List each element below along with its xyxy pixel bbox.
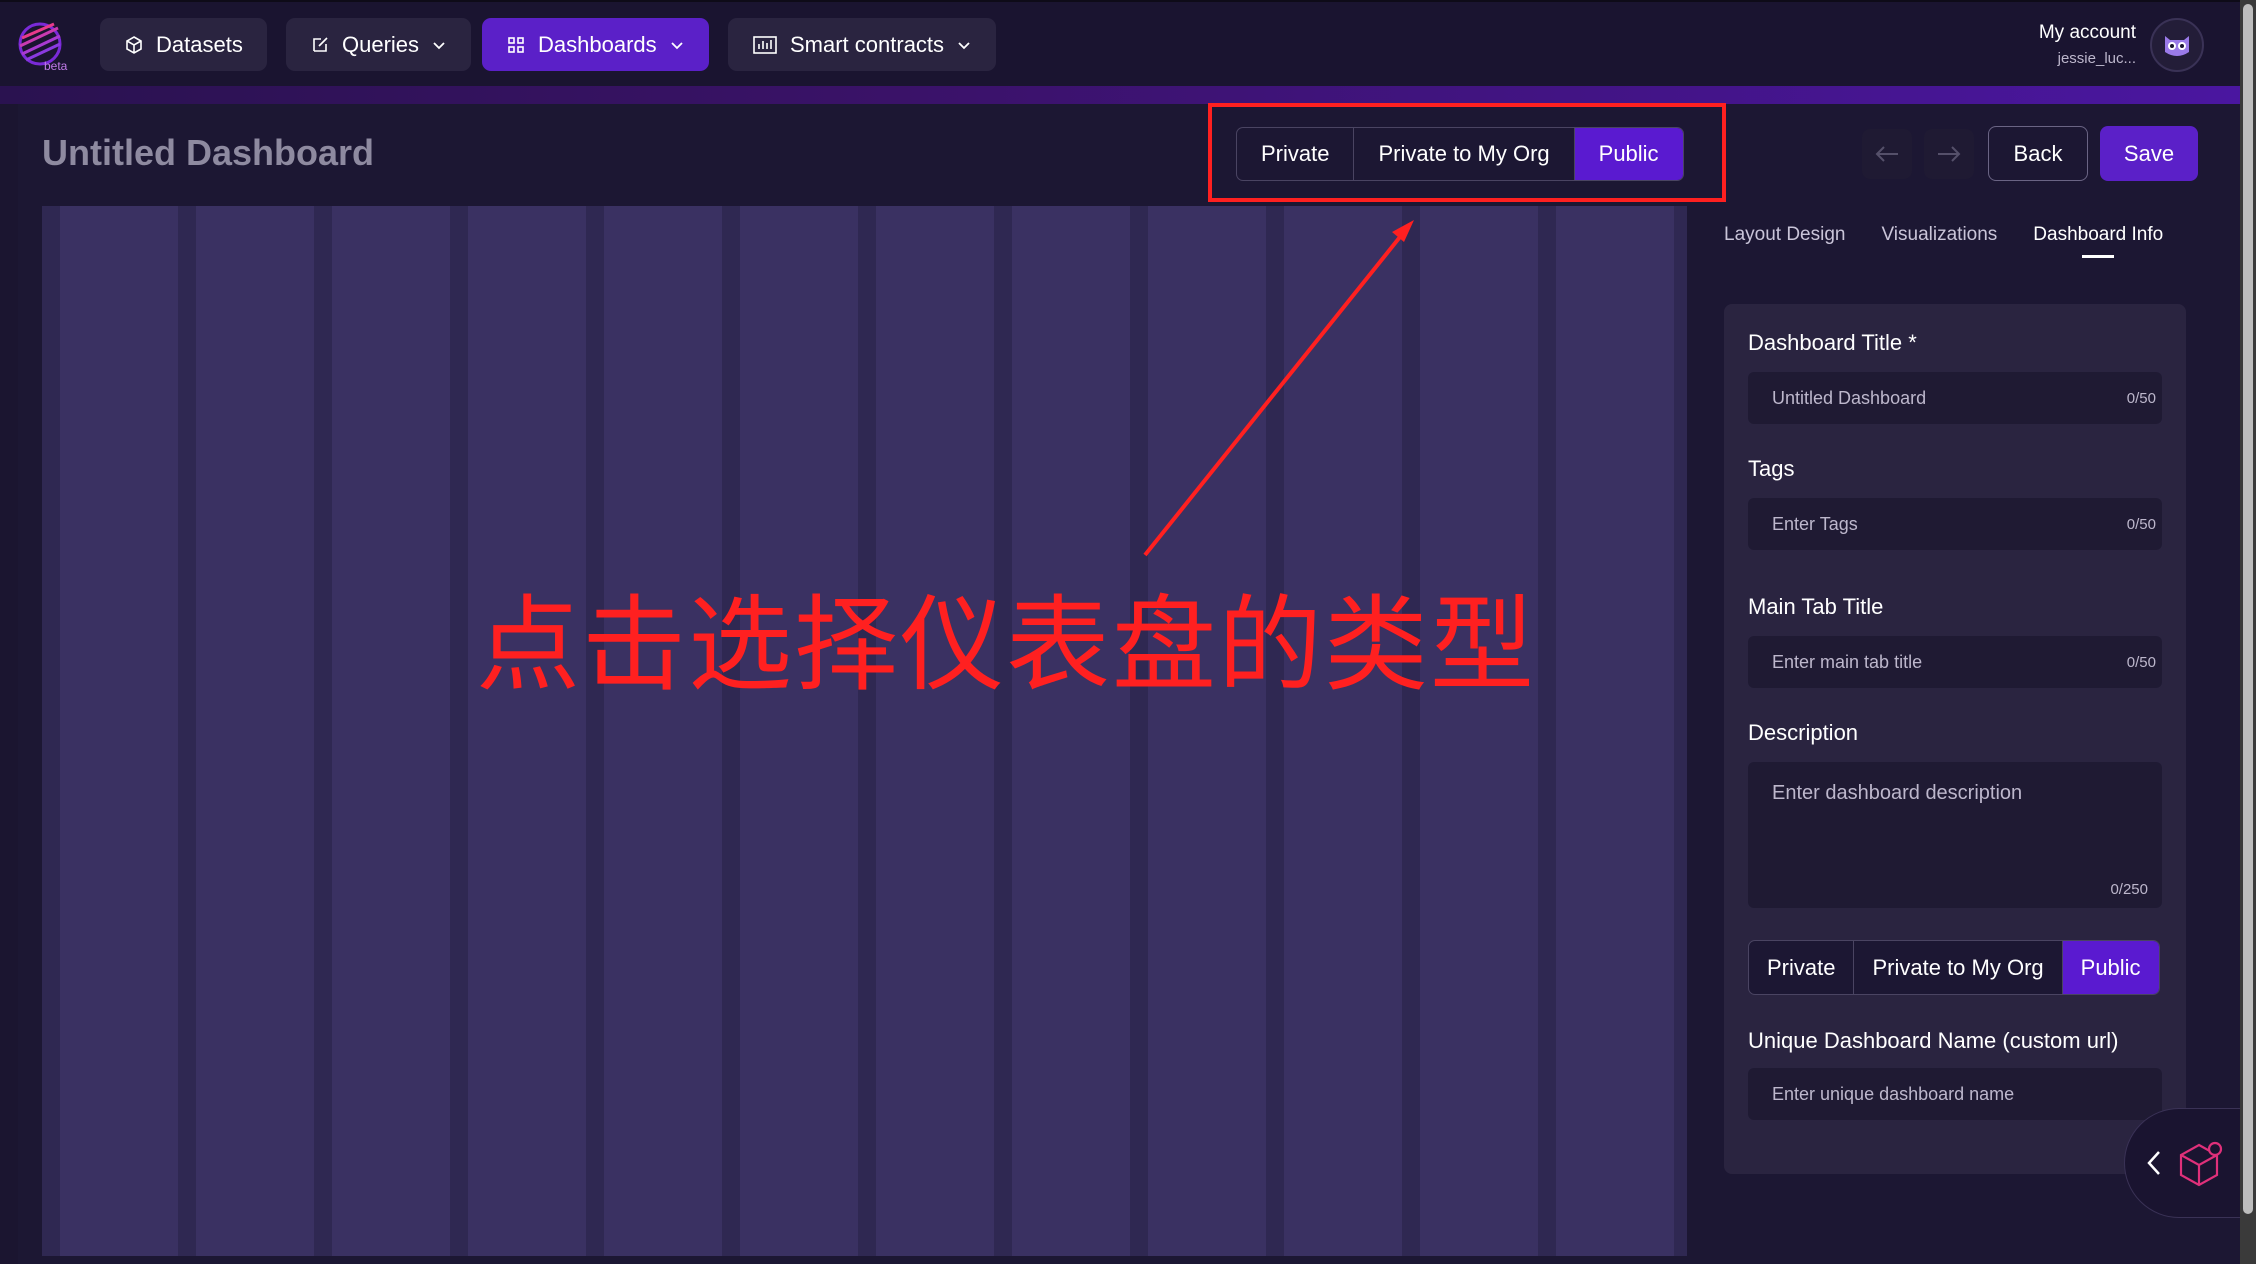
grid-column	[740, 206, 858, 1256]
description-placeholder: Enter dashboard description	[1772, 782, 2023, 804]
nav-dashboards-label: Dashboards	[538, 31, 657, 57]
main-tab-title-input[interactable]: Enter main tab title 0/50	[1748, 636, 2162, 688]
arrow-left-icon	[1875, 146, 1898, 162]
chevron-down-icon	[958, 41, 970, 49]
tab-layout-design[interactable]: Layout Design	[1724, 224, 1845, 258]
cube-icon	[126, 35, 142, 54]
header-backdrop	[0, 86, 2240, 104]
account-menu[interactable]: My account jessie_luc...	[2039, 22, 2136, 67]
app-logo[interactable]: beta	[14, 18, 76, 74]
save-button[interactable]: Save	[2100, 126, 2198, 181]
tags-input[interactable]: Enter Tags 0/50	[1748, 498, 2162, 550]
dashboard-title-input[interactable]: Untitled Dashboard 0/50	[1748, 372, 2162, 424]
main-tab-title-placeholder: Enter main tab title	[1772, 651, 1923, 672]
annotation-text: 点击选择仪表盘的类型	[476, 584, 1537, 706]
chevron-down-icon	[671, 41, 683, 49]
grid-column	[1556, 206, 1674, 1256]
panel-visibility-private-org-option[interactable]: Private to My Org	[1854, 941, 2063, 994]
chevron-left-icon	[2147, 1151, 2160, 1175]
chevron-down-icon	[433, 41, 445, 49]
main-tab-title-label: Main Tab Title	[1748, 594, 1884, 619]
grid-column	[1012, 206, 1130, 1256]
nav-dashboards-button[interactable]: Dashboards	[482, 18, 709, 71]
grid-column	[1284, 206, 1402, 1256]
nav-queries-button[interactable]: Queries	[286, 18, 472, 71]
account-username: jessie_luc...	[2057, 50, 2136, 67]
grid-icon	[508, 36, 524, 53]
undo-button[interactable]	[1862, 129, 1912, 179]
visibility-toggle-panel: Private Private to My Org Public	[1748, 940, 2160, 995]
grid-column	[196, 206, 314, 1256]
nav-queries-label: Queries	[342, 31, 420, 57]
owl-avatar-icon	[2165, 36, 2189, 56]
top-nav-bar: beta Datasets Queries Dashboards Smart c…	[0, 0, 2240, 86]
unique-name-input[interactable]: Enter unique dashboard name	[1748, 1068, 2162, 1120]
redo-button[interactable]	[1924, 129, 1974, 179]
sidebar-tabs: Layout Design Visualizations Dashboard I…	[1724, 224, 2163, 258]
nav-datasets-label: Datasets	[156, 31, 243, 57]
nav-smart-contracts-label: Smart contracts	[790, 31, 945, 57]
edit-icon	[313, 36, 328, 52]
tags-placeholder: Enter Tags	[1772, 513, 1858, 534]
description-label: Description	[1748, 720, 1859, 745]
unique-name-placeholder: Enter unique dashboard name	[1772, 1083, 2015, 1104]
avatar[interactable]	[2150, 18, 2204, 72]
grid-column	[332, 206, 450, 1256]
description-counter: 0/250	[2110, 881, 2148, 898]
arrow-right-icon	[1938, 146, 1961, 162]
grid-column	[604, 206, 722, 1256]
tags-label: Tags	[1748, 456, 1795, 481]
dashboard-title-placeholder: Untitled Dashboard	[1772, 387, 1927, 408]
description-textarea[interactable]: Enter dashboard description 0/250	[1748, 762, 2162, 908]
account-label: My account	[2038, 22, 2136, 43]
tab-dashboard-info[interactable]: Dashboard Info	[2033, 224, 2163, 258]
unique-name-label: Unique Dashboard Name (custom url)	[1748, 1028, 2119, 1053]
annotation-highlight-box	[1208, 103, 1726, 202]
tab-visualizations[interactable]: Visualizations	[1881, 224, 1997, 258]
grid-column	[468, 206, 586, 1256]
layout-canvas[interactable]	[42, 206, 1687, 1256]
nav-smart-contracts-button[interactable]: Smart contracts	[728, 18, 997, 71]
grid-column	[1420, 206, 1538, 1256]
grid-column	[60, 206, 178, 1256]
back-button[interactable]: Back	[1988, 126, 2088, 181]
grid-column	[1148, 206, 1266, 1256]
chart-icon	[753, 35, 777, 54]
dashboard-title-label: Dashboard Title *	[1748, 330, 1917, 355]
dashboard-title-counter: 0/50	[2126, 389, 2156, 407]
nav-datasets-button[interactable]: Datasets	[100, 18, 267, 71]
grid-column	[876, 206, 994, 1256]
panel-visibility-public-option[interactable]: Public	[2062, 941, 2159, 994]
page-title: Untitled Dashboard	[42, 132, 375, 173]
main-tab-title-counter: 0/50	[2126, 653, 2156, 671]
tags-counter: 0/50	[2126, 515, 2156, 533]
cube-logo-icon	[2179, 1141, 2223, 1187]
page-scrollbar[interactable]	[2240, 0, 2256, 1264]
scrollbar-thumb[interactable]	[2243, 4, 2253, 1214]
floating-assistant-widget[interactable]	[2124, 1108, 2256, 1218]
panel-visibility-private-option[interactable]: Private	[1749, 941, 1855, 994]
beta-badge: beta	[44, 59, 68, 73]
